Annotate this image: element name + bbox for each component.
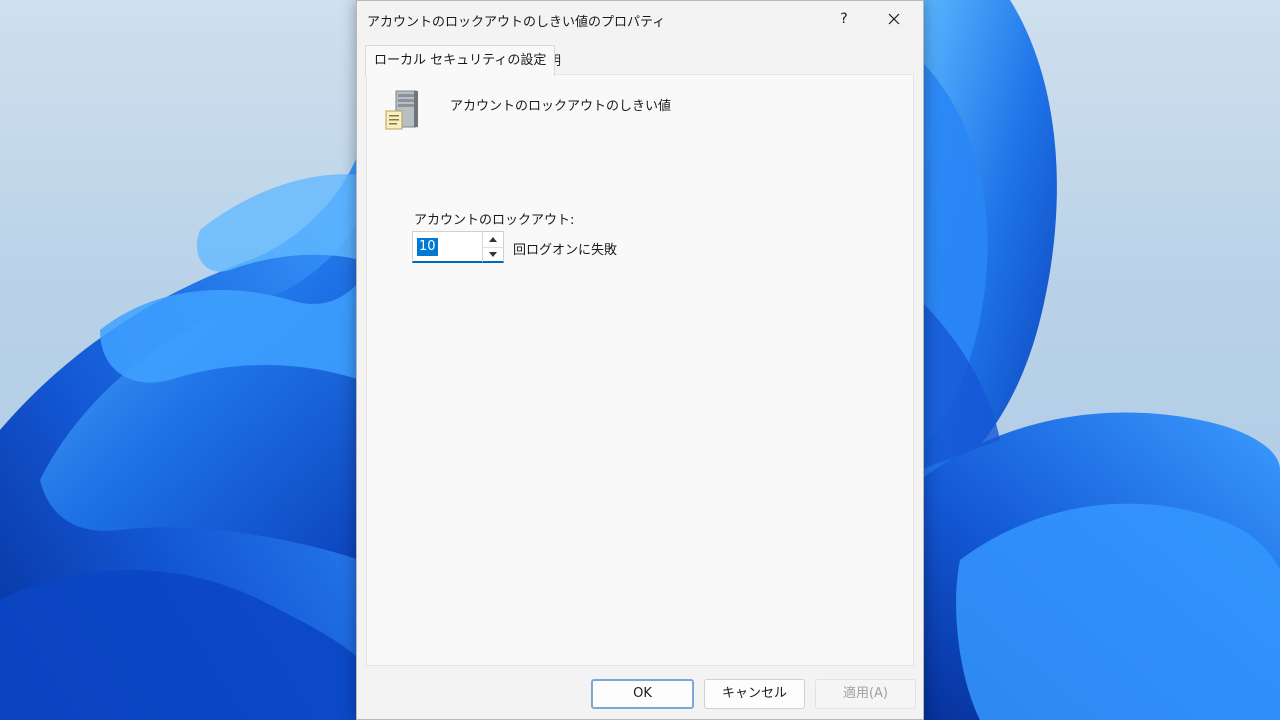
- tab-local-security-setting[interactable]: ローカル セキュリティの設定: [365, 45, 556, 76]
- tab-label: ローカル セキュリティの設定: [374, 53, 547, 68]
- properties-dialog: アカウントのロックアウトのしきい値のプロパティ ? ローカル セキュリティの設定…: [356, 0, 924, 720]
- spin-buttons: [482, 232, 503, 262]
- lockout-label: アカウントのロックアウト:: [414, 213, 575, 228]
- ok-button[interactable]: OK: [591, 679, 694, 709]
- help-icon: ?: [840, 11, 848, 27]
- spin-down-button[interactable]: [483, 247, 503, 262]
- settings-panel: アカウントのロックアウトのしきい値 アカウントのロックアウト: 10 回ログオン…: [366, 74, 914, 666]
- server-policy-icon: [385, 90, 418, 130]
- failed-logon-unit-label: 回ログオンに失敗: [513, 243, 618, 258]
- spin-up-button[interactable]: [483, 232, 503, 248]
- apply-button[interactable]: 適用(A): [815, 679, 916, 709]
- close-button[interactable]: [871, 1, 917, 37]
- cancel-button[interactable]: キャンセル: [704, 679, 805, 709]
- close-icon: [888, 13, 900, 25]
- lockout-threshold-value[interactable]: 10: [417, 238, 438, 256]
- window-title: アカウントのロックアウトのしきい値のプロパティ: [367, 15, 666, 30]
- arrow-down-icon: [489, 252, 497, 257]
- help-button[interactable]: ?: [821, 1, 867, 37]
- lockout-threshold-spinbox[interactable]: 10: [412, 231, 504, 263]
- policy-name: アカウントのロックアウトのしきい値: [450, 99, 672, 114]
- title-bar[interactable]: アカウントのロックアウトのしきい値のプロパティ ?: [357, 1, 923, 37]
- arrow-up-icon: [489, 237, 497, 242]
